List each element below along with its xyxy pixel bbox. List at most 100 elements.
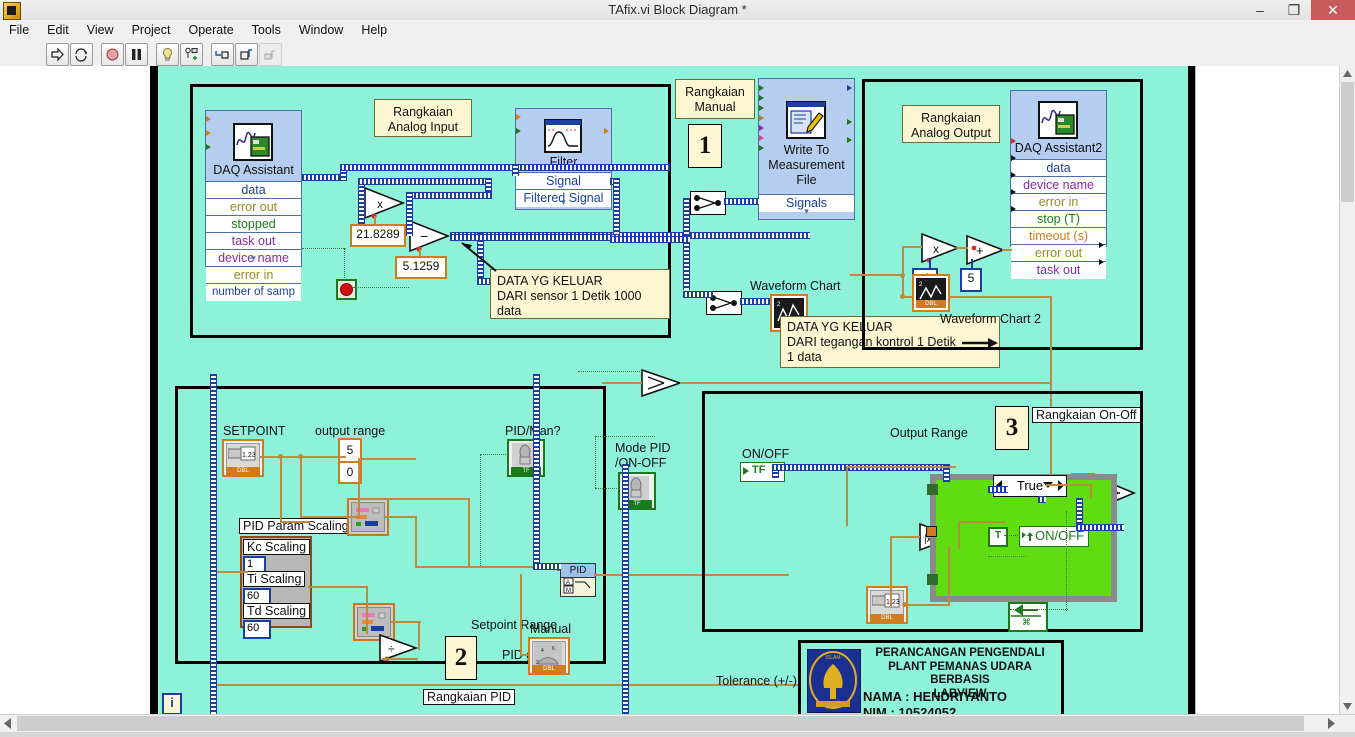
daq-row-task-out[interactable]: task out	[206, 232, 301, 250]
scroll-left-arrow-icon[interactable]	[0, 715, 16, 732]
mode-pid-label-line1: Mode PID	[615, 441, 671, 455]
close-button[interactable]: ✕	[1311, 0, 1355, 20]
minimize-button[interactable]: –	[1243, 0, 1277, 20]
analog-output-section-text: Rangkaian Analog Output	[911, 111, 991, 140]
uii-university-logo: ISLAM	[807, 649, 861, 713]
multiply-node[interactable]: x	[363, 186, 407, 220]
step-number-1: 1	[688, 124, 722, 168]
vertical-scrollbar[interactable]	[1339, 66, 1355, 714]
mode-select-node[interactable]	[640, 368, 684, 398]
step-3-value: 3	[1005, 414, 1019, 441]
daq-assistant2-node[interactable]: DAQ Assistant2 data device name error in…	[1010, 90, 1107, 279]
pid-section-label: Rangkaian PID	[423, 689, 516, 705]
menu-item-operate[interactable]: Operate	[179, 20, 242, 40]
boolean-terminal-arrow-icon	[743, 467, 749, 475]
menu-bar: File Edit View Project Operate Tools Win…	[0, 20, 1355, 42]
menu-item-tools[interactable]: Tools	[243, 20, 290, 40]
svg-text:6: 6	[552, 646, 555, 652]
run-arrow-icon[interactable]	[46, 43, 69, 66]
retain-wire-values-icon[interactable]	[180, 43, 203, 66]
daq2-row-error-in[interactable]: error in	[1011, 193, 1106, 211]
horizontal-scrollbar-thumb[interactable]	[17, 716, 1304, 731]
write-file-output-terminals	[847, 85, 852, 143]
multiply-constant-value: 21.8289	[356, 227, 400, 241]
pid-param-scaling-cluster[interactable]: Kc Scaling 1 Ti Scaling 60 Td Scaling 60	[240, 536, 312, 639]
step-over-icon[interactable]	[235, 43, 258, 66]
daq2-row-error-out[interactable]: error out	[1011, 244, 1106, 262]
daq2-row-timeout[interactable]: timeout (s)	[1011, 227, 1106, 245]
loop-iteration-terminal[interactable]: i	[162, 693, 182, 714]
step-out-icon[interactable]	[259, 43, 282, 66]
daq2-row-data[interactable]: data	[1011, 159, 1106, 177]
setpoint-label: SETPOINT	[223, 424, 286, 438]
subtract-node[interactable]: −	[408, 219, 452, 253]
select-node-1[interactable]	[690, 191, 726, 215]
waveform-chart2-terminal[interactable]: 2 DBL	[912, 274, 950, 312]
daq-row-stopped[interactable]: stopped	[206, 215, 301, 233]
daq-row-data[interactable]: data	[206, 181, 301, 199]
svg-text:M: M	[566, 588, 571, 594]
td-scaling-value[interactable]: 60	[243, 620, 271, 639]
sensor-note-line1: DATA YG KELUAR	[497, 274, 603, 288]
stop-button-icon[interactable]	[336, 279, 357, 300]
analog-input-section-text: Rangkaian Analog Input	[387, 105, 459, 134]
output-range-lo-pid: 0	[346, 465, 354, 479]
canvas-right-margin	[1195, 66, 1355, 714]
manual-control-terminal[interactable]: 2 4 6 DBL	[528, 637, 570, 675]
onoff-const-value: TF	[752, 464, 766, 476]
menu-item-edit[interactable]: Edit	[38, 20, 78, 40]
case-tunnel-bottom[interactable]	[927, 574, 938, 585]
setpoint-control-terminal[interactable]: 1.23 DBL	[222, 439, 264, 477]
const-five-output[interactable]: 5	[960, 268, 982, 292]
write-to-measurement-file-node[interactable]: Write To Measurement File Signals ▾	[758, 78, 855, 220]
waveform-chart2-dbl-badge: DBL	[916, 300, 946, 308]
menu-item-window[interactable]: Window	[290, 20, 352, 40]
case-tunnel-top[interactable]	[927, 484, 938, 495]
pid-node[interactable]: PID A M	[560, 563, 596, 597]
onoff-indicator-arrow-icon	[1022, 532, 1033, 541]
step-number-2: 2	[445, 636, 477, 680]
vertical-scrollbar-thumb[interactable]	[1341, 82, 1354, 202]
menu-item-file[interactable]: File	[0, 20, 38, 40]
pause-icon[interactable]	[125, 43, 148, 66]
daq-row-error-out[interactable]: error out	[206, 198, 301, 216]
horizontal-scrollbar[interactable]	[0, 714, 1355, 732]
subtract-constant[interactable]: 5.1259	[395, 256, 447, 279]
case-tunnel-left[interactable]	[926, 526, 937, 537]
filter-node[interactable]: Filter Signal Filtered Signal ▾	[515, 108, 612, 210]
svg-text:÷: ÷	[388, 642, 395, 656]
highlight-execution-bulb-icon[interactable]	[156, 43, 179, 66]
scroll-right-arrow-icon[interactable]	[1323, 715, 1339, 732]
daq2-input-terminals	[1011, 138, 1016, 212]
onoff-section-label: Rangkaian On-Off	[1032, 407, 1141, 423]
step-number-3: 3	[995, 406, 1029, 450]
manual-dbl-badge: DBL	[532, 665, 566, 673]
daq2-row-task-out[interactable]: task out	[1011, 261, 1106, 279]
daq2-row-device-name[interactable]: device name	[1011, 176, 1106, 194]
step-into-icon[interactable]	[211, 43, 234, 66]
title-bar: TAfix.vi Block Diagram * – ❐ ✕	[0, 0, 1355, 21]
menu-item-help[interactable]: Help	[352, 20, 396, 40]
daq2-row-stop[interactable]: stop (T)	[1011, 210, 1106, 228]
run-continuously-icon[interactable]	[70, 43, 93, 66]
abort-execution-icon[interactable]	[101, 43, 124, 66]
shift-register-icon[interactable]: ⌘	[1008, 602, 1048, 632]
ti-scaling-label: Ti Scaling	[243, 571, 306, 587]
filter-row-signal[interactable]: Signal	[516, 172, 611, 190]
svg-text:1.23: 1.23	[242, 452, 256, 459]
scroll-up-arrow-icon[interactable]	[1340, 66, 1355, 81]
menu-item-view[interactable]: View	[78, 20, 123, 40]
daq-row-error-in[interactable]: error in	[206, 266, 301, 284]
menu-item-project[interactable]: Project	[123, 20, 180, 40]
maximize-button[interactable]: ❐	[1277, 0, 1311, 20]
multiply-constant[interactable]: 21.8289	[350, 224, 406, 247]
daq-assistant-node[interactable]: DAQ Assistant data error out stopped tas…	[205, 110, 302, 301]
scroll-down-arrow-icon[interactable]	[1340, 699, 1355, 714]
title-block: ISLAM PERANCANGAN PENGENDALI PLANT PEMAN…	[798, 640, 1064, 714]
manual-section-text: Rangkaian Manual	[685, 85, 745, 114]
block-diagram-canvas[interactable]: DAQ Assistant data error out stopped tas…	[150, 66, 1195, 714]
svg-text:x: x	[377, 197, 383, 211]
case-true-terminal[interactable]: T	[988, 527, 1008, 547]
daq-row-number-of-samples[interactable]: number of samp	[206, 283, 301, 301]
canvas-left-margin	[0, 66, 151, 714]
